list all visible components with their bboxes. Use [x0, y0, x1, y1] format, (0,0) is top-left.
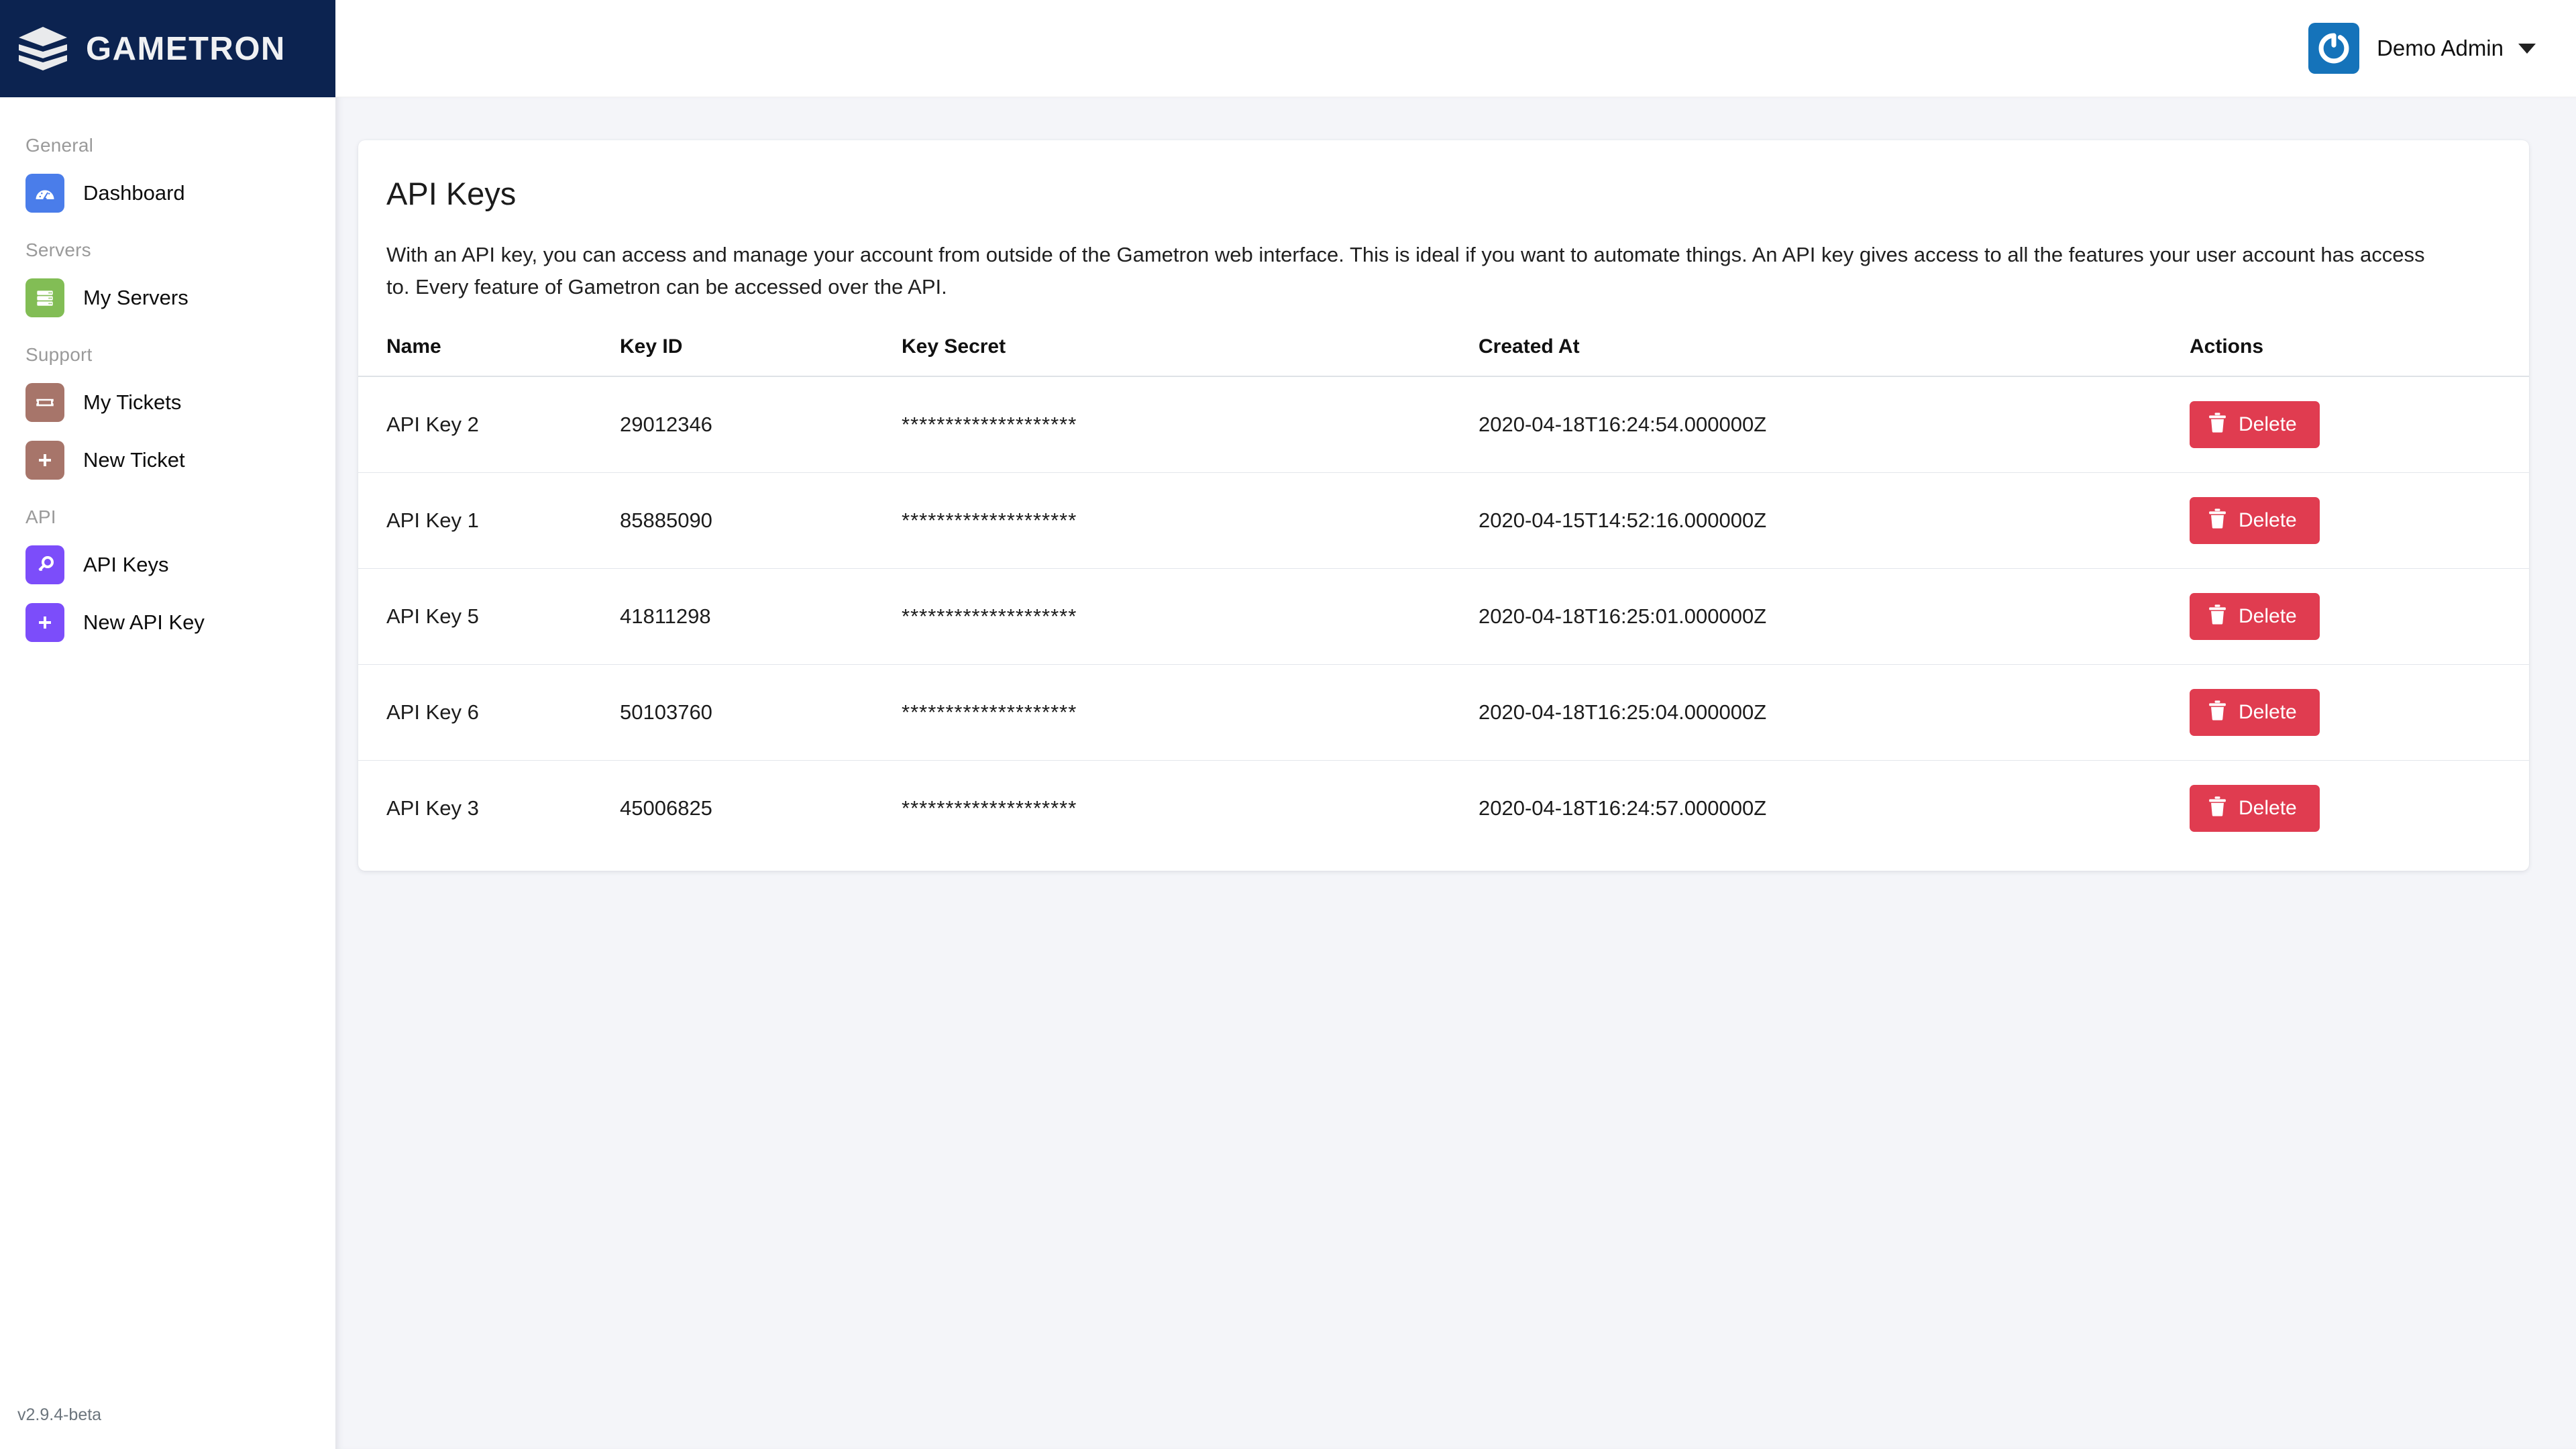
cell-name: API Key 3 [386, 796, 479, 820]
delete-button[interactable]: Delete [2190, 785, 2320, 833]
table-header-row: Name Key ID Key Secret Created At Action… [358, 335, 2529, 378]
sidebar-item-my-tickets[interactable]: My Tickets [0, 374, 335, 431]
column-header-key-secret: Key Secret [902, 335, 1479, 378]
delete-button-label: Delete [2239, 413, 2297, 436]
table-row: API Key 5 41811298 ******************** 202… [358, 568, 2529, 665]
delete-button-label: Delete [2239, 797, 2297, 820]
cell-key-secret: ******************** [902, 796, 1077, 820]
sidebar: GAMETRON General Dashboard Servers My Se… [0, 0, 335, 1449]
cell-key-id: 45006825 [620, 796, 712, 820]
cell-key-secret: ******************** [902, 664, 1479, 761]
stacked-layers-icon [17, 25, 68, 73]
cell-created-at: 2020-04-18T16:25:04.000000Z [1479, 664, 2190, 761]
topbar: Demo Admin [335, 0, 2576, 97]
sidebar-item-dashboard[interactable]: Dashboard [0, 164, 335, 222]
table-row: API Key 1 85885090 ******************** 202… [358, 472, 2529, 570]
cell-actions: Delete [2190, 376, 2529, 474]
gravatar-g-icon [2318, 33, 2349, 64]
main-area: Demo Admin API Keys With an API key, you… [335, 0, 2576, 1449]
user-name: Demo Admin [2377, 36, 2504, 60]
nav-section-servers: Servers [25, 239, 91, 260]
sidebar-item-label: New API Key [83, 610, 205, 634]
column-header-created-at: Created At [1479, 335, 2190, 378]
sidebar-item-new-ticket[interactable]: New Ticket [0, 431, 335, 489]
server-rack-icon [25, 278, 64, 317]
sidebar-item-label: My Servers [83, 286, 189, 309]
nav-section-general: General [25, 135, 94, 156]
table-row: API Key 2 29012346 ******************** 202… [358, 376, 2529, 474]
cell-created-at: 2020-04-18T16:24:54.000000Z [1479, 376, 2190, 474]
ticket-icon [25, 383, 64, 422]
cell-actions: Delete [2190, 761, 2529, 857]
sidebar-item-api-keys[interactable]: API Keys [0, 536, 335, 594]
trash-icon [2208, 796, 2226, 820]
delete-button[interactable]: Delete [2190, 497, 2320, 545]
sidebar-item-label: Dashboard [83, 181, 185, 205]
plus-icon [25, 603, 64, 642]
cell-created-at: 2020-04-18T16:24:57.000000Z [1479, 796, 1767, 820]
app-root: GAMETRON General Dashboard Servers My Se… [0, 0, 2576, 1449]
cell-key-secret: ******************** [902, 376, 1479, 474]
sidebar-item-label: New Ticket [83, 448, 185, 472]
chevron-down-icon [2518, 43, 2536, 54]
delete-button-label: Delete [2239, 701, 2297, 724]
cell-created-at: 2020-04-18T16:25:01.000000Z [1479, 568, 2190, 665]
cell-name: API Key 5 [358, 568, 620, 665]
trash-icon [2208, 413, 2226, 437]
table-body: API Key 2 29012346 ******************** 202… [358, 376, 2529, 856]
trash-icon [2208, 604, 2226, 629]
cell-name: API Key 2 [358, 376, 620, 474]
delete-button-label: Delete [2239, 605, 2297, 628]
sidebar-nav: General Dashboard Servers My Servers Sup… [0, 97, 335, 651]
gauge-icon [25, 174, 64, 213]
cell-name: API Key 1 [358, 472, 620, 570]
user-menu[interactable]: Demo Admin [2377, 36, 2536, 61]
column-header-name: Name [358, 335, 620, 378]
cell-key-secret: ******************** [902, 472, 1479, 570]
delete-button-label: Delete [2239, 509, 2297, 532]
trash-icon [2208, 508, 2226, 533]
key-icon [25, 545, 64, 584]
cell-key-id: 29012346 [620, 376, 902, 474]
sidebar-item-label: API Keys [83, 553, 169, 576]
sidebar-item-my-servers[interactable]: My Servers [0, 269, 335, 327]
delete-button[interactable]: Delete [2190, 593, 2320, 641]
brand-header[interactable]: GAMETRON [0, 0, 335, 97]
cell-actions: Delete [2190, 664, 2529, 761]
sidebar-item-label: My Tickets [83, 390, 182, 414]
cell-key-id: 50103760 [620, 664, 902, 761]
cell-key-id: 41811298 [620, 568, 902, 665]
avatar[interactable] [2308, 23, 2360, 74]
table-row: API Key 3 45006825 ******************** 202… [358, 761, 2529, 857]
page-title: API Keys [386, 176, 517, 211]
cell-key-id: 85885090 [620, 472, 902, 570]
sidebar-item-new-api-key[interactable]: New API Key [0, 594, 335, 651]
api-keys-card: API Keys With an API key, you can access… [358, 140, 2529, 871]
delete-button[interactable]: Delete [2190, 401, 2320, 449]
app-version: v2.9.4-beta [17, 1405, 102, 1424]
cell-actions: Delete [2190, 472, 2529, 570]
cell-name: API Key 6 [358, 664, 620, 761]
trash-icon [2208, 700, 2226, 724]
table-head: Name Key ID Key Secret Created At Action… [358, 335, 2529, 378]
page-description: With an API key, you can access and mana… [386, 243, 2425, 299]
plus-icon [25, 441, 64, 480]
cell-created-at: 2020-04-15T14:52:16.000000Z [1479, 472, 2190, 570]
nav-section-api: API [25, 506, 56, 527]
api-keys-table: Name Key ID Key Secret Created At Action… [358, 335, 2529, 856]
delete-button[interactable]: Delete [2190, 689, 2320, 737]
cell-key-secret: ******************** [902, 568, 1479, 665]
nav-section-support: Support [25, 344, 93, 365]
column-header-actions: Actions [2190, 335, 2529, 378]
column-header-key-id: Key ID [620, 335, 902, 378]
cell-actions: Delete [2190, 568, 2529, 665]
brand-name: GAMETRON [86, 30, 286, 67]
table-row: API Key 6 50103760 ******************** 202… [358, 664, 2529, 761]
content-area: API Keys With an API key, you can access… [335, 97, 2576, 1449]
